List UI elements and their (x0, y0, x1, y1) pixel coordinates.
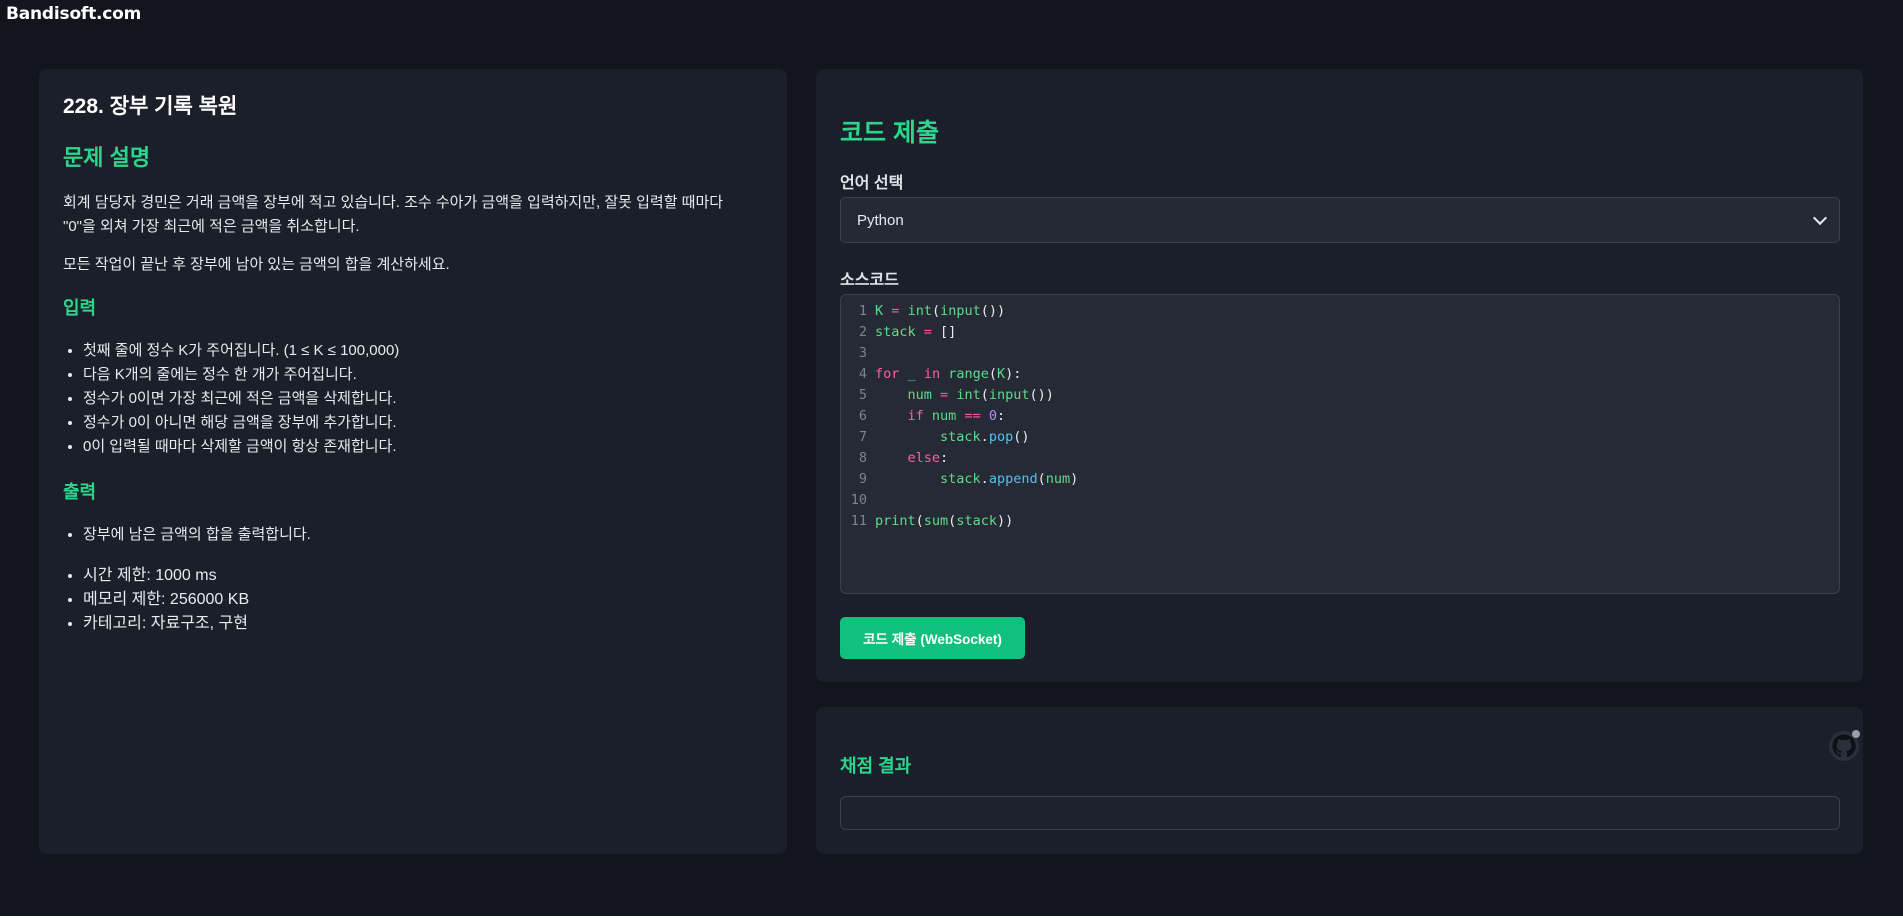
problem-panel: 228. 장부 기록 복원 문제 설명 회계 담당자 경민은 거래 금액을 장부… (39, 69, 787, 854)
watermark-text: Bandisoft.com (6, 4, 142, 24)
code-line: 9 stack.append(num) (858, 471, 1079, 487)
input-list: 첫째 줄에 정수 K가 주어집니다. (1 ≤ K ≤ 100,000) 다음 … (63, 339, 763, 459)
github-icon[interactable] (1828, 728, 1862, 762)
input-item: 0이 입력될 때마다 삭제할 금액이 항상 존재합니다. (83, 435, 763, 459)
description-paragraph: 회계 담당자 경민은 거래 금액을 장부에 적고 있습니다. 조수 수아가 금액… (63, 194, 724, 235)
problem-title: 228. 장부 기록 복원 (63, 95, 238, 118)
code-editor[interactable]: 1K = int(input()) 2 stack = [] 3 4 for _ i… (840, 294, 1840, 594)
code-line: 1K = int(input()) (858, 303, 1006, 319)
code-line: 6 if num == 0: (858, 408, 1006, 424)
language-label: 언어 선택 (840, 175, 904, 192)
code-line: 7 stack.pop() (858, 429, 1030, 445)
code-line: 8 else: (858, 450, 949, 466)
source-label: 소스코드 (840, 272, 899, 289)
code-line: 5 num = int(input()) (858, 387, 1054, 403)
time-limit: 시간 제한: 1000 ms (83, 564, 763, 588)
description-heading: 문제 설명 (63, 145, 151, 170)
memory-limit: 메모리 제한: 256000 KB (83, 588, 763, 612)
input-item: 다음 K개의 줄에는 정수 한 개가 주어집니다. (83, 363, 763, 387)
category: 카테고리: 자료구조, 구현 (83, 612, 763, 636)
input-item: 첫째 줄에 정수 K가 주어집니다. (1 ≤ K ≤ 100,000) (83, 339, 763, 363)
meta-list: 시간 제한: 1000 ms 메모리 제한: 256000 KB 카테고리: 자… (63, 564, 763, 636)
output-item: 장부에 남은 금액의 합을 출력합니다. (83, 523, 763, 547)
submit-code-button[interactable]: 코드 제출 (WebSocket) (840, 617, 1025, 659)
result-heading: 채점 결과 (840, 756, 912, 776)
input-item: 정수가 0이 아니면 해당 금액을 장부에 추가합니다. (83, 411, 763, 435)
submit-heading: 코드 제출 (840, 119, 939, 147)
code-line: 11 print(sum(stack)) (850, 513, 1014, 529)
code-line: 4 for _ in range(K): (858, 366, 1022, 382)
chevron-down-icon (1812, 210, 1828, 226)
code-line: 3 (858, 345, 867, 361)
output-list: 장부에 남은 금액의 합을 출력합니다. (63, 523, 763, 547)
code-line: 10 (850, 492, 867, 508)
result-panel: 채점 결과 (816, 707, 1863, 854)
code-line: 2 stack = [] (858, 324, 957, 340)
language-select[interactable]: Python (840, 197, 1840, 243)
description-paragraph: 모든 작업이 끝난 후 장부에 남아 있는 금액의 합을 계산하세요. (63, 256, 450, 273)
submit-panel: 코드 제출 언어 선택 Python 소스코드 1K = int(input()… (816, 69, 1863, 682)
result-output (840, 796, 1840, 830)
input-item: 정수가 0이면 가장 최근에 적은 금액을 삭제합니다. (83, 387, 763, 411)
output-heading: 출력 (63, 482, 97, 502)
language-selected-value: Python (857, 211, 904, 229)
input-heading: 입력 (63, 298, 97, 318)
